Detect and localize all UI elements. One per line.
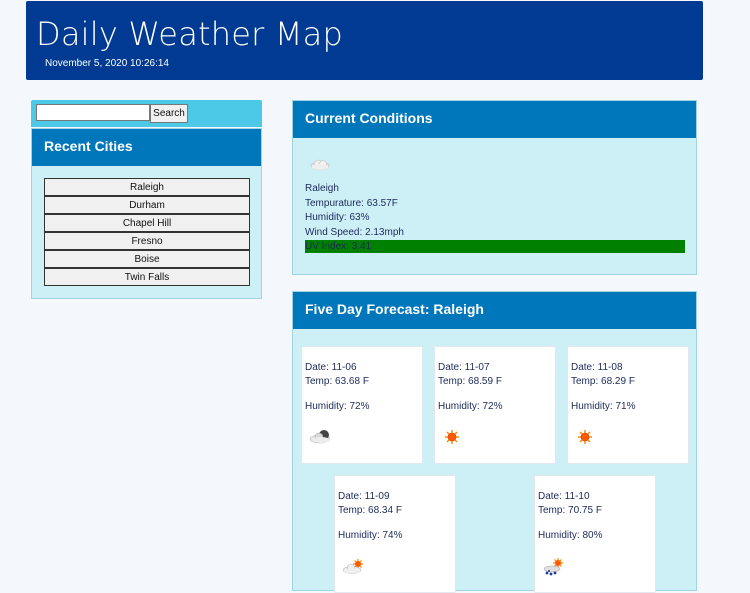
forecast-card: Date: 11-06 Temp: 63.68 F Humidity: 72% xyxy=(301,346,423,464)
forecast-card: Date: 11-07 Temp: 68.59 F Humidity: 72% xyxy=(434,346,556,464)
forecast-date: Date: 11-07 xyxy=(438,362,490,373)
sun-rain-cloud-icon xyxy=(543,558,563,576)
forecast-humidity: Humidity: 80% xyxy=(538,530,603,541)
sun-icon xyxy=(445,430,459,444)
forecast-temp: Temp: 68.59 F xyxy=(438,376,502,387)
forecast-title: Five Day Forecast: Raleigh xyxy=(293,292,696,329)
forecast-date: Date: 11-09 xyxy=(338,491,390,502)
uv-index-bar: UV Index: 3.41 xyxy=(305,240,685,253)
search-bar: Search xyxy=(31,100,262,127)
forecast-temp: Temp: 63.68 F xyxy=(305,376,369,387)
recent-city-button[interactable]: Fresno xyxy=(44,232,250,250)
rain-cloud-icon xyxy=(309,430,331,444)
current-conditions-panel: Current Conditions Raleigh Tempurature: … xyxy=(292,100,697,275)
forecast-card: Date: 11-10 Temp: 70.75 F Humidity: 80% xyxy=(534,475,656,593)
forecast-date: Date: 11-08 xyxy=(571,362,623,373)
recent-cities-title: Recent Cities xyxy=(32,129,261,166)
forecast-humidity: Humidity: 74% xyxy=(338,530,403,541)
recent-cities-panel: Recent Cities Raleigh Durham Chapel Hill… xyxy=(31,128,262,299)
current-wind-speed: Wind Speed: 2.13mph xyxy=(305,226,404,238)
forecast-humidity: Humidity: 71% xyxy=(571,401,636,412)
current-temperature: Tempurature: 63.57F xyxy=(305,197,398,209)
forecast-date: Date: 11-10 xyxy=(538,491,590,502)
forecast-humidity: Humidity: 72% xyxy=(305,401,370,412)
recent-city-button[interactable]: Chapel Hill xyxy=(44,214,250,232)
forecast-temp: Temp: 68.34 F xyxy=(338,505,402,516)
search-input[interactable] xyxy=(36,104,150,121)
current-details: Raleigh Tempurature: 63.57F Humidity: 63… xyxy=(305,182,404,240)
forecast-temp: Temp: 70.75 F xyxy=(538,505,602,516)
current-humidity: Humidity: 63% xyxy=(305,212,370,223)
app-header: Daily Weather Map November 5, 2020 10:26… xyxy=(26,1,703,80)
cloud-icon xyxy=(310,159,330,171)
forecast-humidity: Humidity: 72% xyxy=(438,401,503,412)
recent-city-list: Raleigh Durham Chapel Hill Fresno Boise … xyxy=(44,178,250,286)
forecast-temp: Temp: 68.29 F xyxy=(571,376,635,387)
search-button[interactable]: Search xyxy=(150,104,188,123)
sun-icon xyxy=(578,430,592,444)
recent-city-button[interactable]: Raleigh xyxy=(44,178,250,196)
current-conditions-title: Current Conditions xyxy=(293,101,696,138)
forecast-card: Date: 11-08 Temp: 68.29 F Humidity: 71% xyxy=(567,346,689,464)
recent-city-button[interactable]: Boise xyxy=(44,250,250,268)
five-day-forecast-panel: Five Day Forecast: Raleigh Date: 11-06 T… xyxy=(292,291,697,593)
recent-city-button[interactable]: Durham xyxy=(44,196,250,214)
current-datetime: November 5, 2020 10:26:14 xyxy=(45,58,169,69)
forecast-card: Date: 11-09 Temp: 68.34 F Humidity: 74% xyxy=(334,475,456,593)
forecast-date: Date: 11-06 xyxy=(305,362,357,373)
page-title: Daily Weather Map xyxy=(36,15,343,53)
recent-city-button[interactable]: Twin Falls xyxy=(44,268,250,286)
partly-cloudy-icon xyxy=(342,559,363,574)
current-city: Raleigh xyxy=(305,183,339,194)
